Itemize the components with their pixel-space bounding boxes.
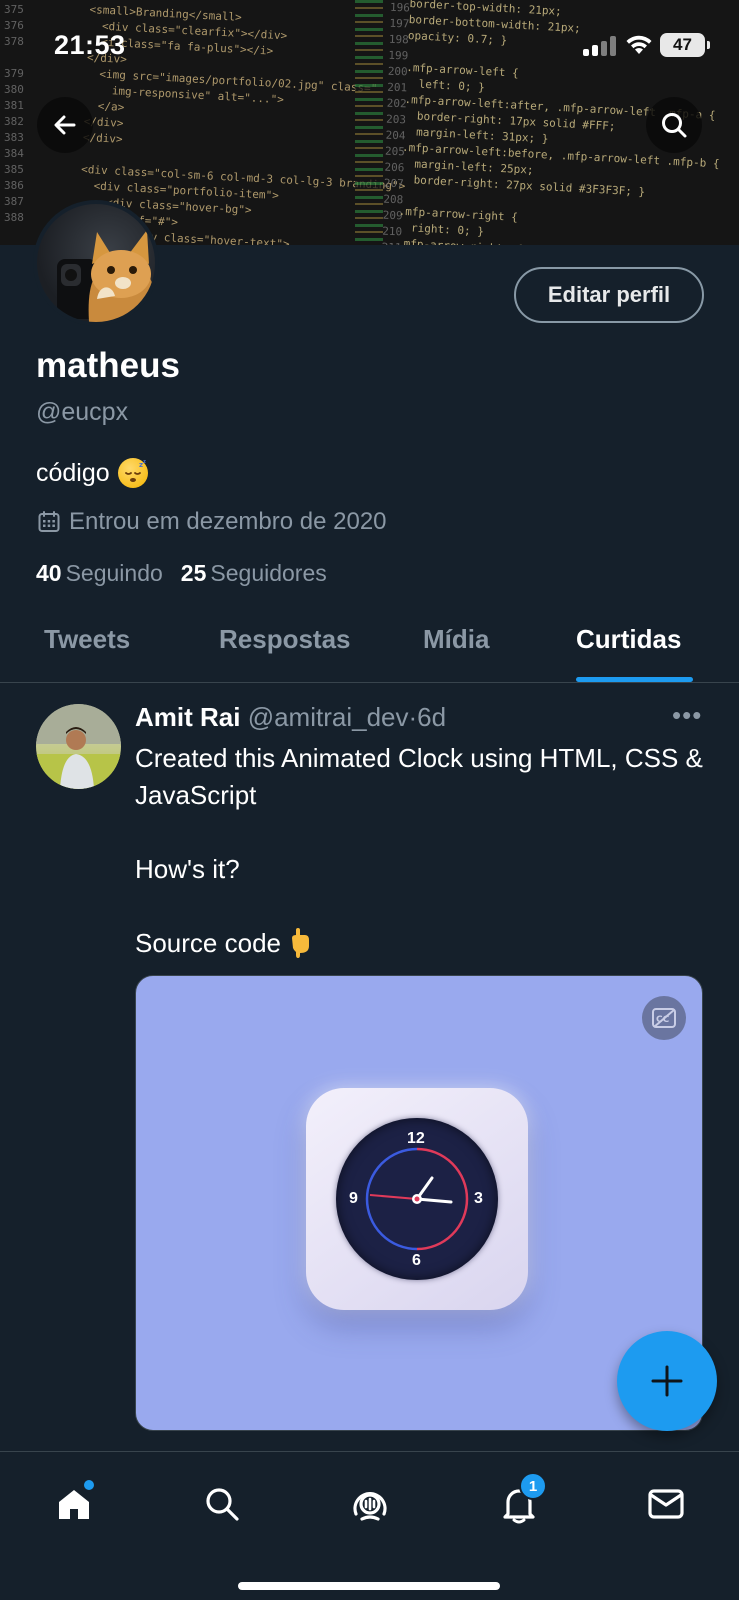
cat-avatar-image [57,230,155,322]
search-icon [662,113,687,138]
spaces-icon [353,1492,387,1521]
followers-label: Seguidores [210,560,327,586]
profile-name: matheus [36,346,180,385]
author-photo [36,704,121,789]
profile-avatar[interactable] [33,200,159,326]
nav-messages[interactable] [638,1476,694,1532]
tweet-text: Created this Animated Clock using HTML, … [135,740,705,962]
back-arrow-icon [54,115,76,135]
wifi-icon [626,35,652,54]
profile-tabs: Tweets Respostas Mídia Curtidas [0,614,739,683]
nav-spaces[interactable] [342,1476,398,1532]
home-unread-dot [84,1480,94,1490]
followers-count: 25 [180,560,207,586]
nav-explore[interactable] [194,1476,250,1532]
clock-number-9: 9 [349,1190,358,1207]
tweet-author-avatar[interactable] [36,704,121,789]
svg-text:z: z [143,459,146,465]
compose-tweet-button[interactable] [617,1331,717,1431]
plus-icon [651,1365,683,1397]
tab-curtidas[interactable]: Curtidas [576,624,681,655]
clock-number-12: 12 [407,1130,425,1147]
status-bar: 21:53 47 [0,26,739,66]
bottom-navigation: 1 [0,1451,739,1600]
tweet-text-line-source: Source code [135,925,705,962]
home-icon [59,1490,89,1519]
joined-date: Entrou em dezembro de 2020 [37,508,387,536]
pointing-down-emoji-icon [291,928,309,958]
tab-tweets[interactable]: Tweets [44,624,130,655]
back-button[interactable] [37,97,93,153]
mail-icon [648,1489,684,1519]
status-time: 21:53 [54,30,126,60]
following-label: Seguindo [65,560,163,586]
cellular-signal-icon [583,36,617,56]
notifications-badge: 1 [519,1472,547,1500]
tweet-time[interactable]: 6d [417,702,446,732]
tab-respostas[interactable]: Respostas [219,624,351,655]
profile-bio: código z z [36,458,148,488]
tweet-source-text: Source code [135,928,281,958]
followers-link[interactable]: 25 Seguidores [181,560,327,587]
tweet-text-line: Created this Animated Clock using HTML, … [135,743,703,810]
joined-text: Entrou em dezembro de 2020 [69,508,387,535]
follow-stats: 40 Seguindo 25 Seguidores [36,560,327,587]
tweet-separator: · [408,702,418,732]
clock-number-3: 3 [474,1190,483,1207]
explore-icon [206,1488,239,1521]
home-indicator [238,1582,500,1590]
tweet-author-handle[interactable]: @amitrai_dev [248,702,409,732]
sleeping-face-emoji-icon: z z [117,458,148,488]
tweet-media-image[interactable]: CC 12 3 6 9 [135,975,703,1431]
profile-handle: @eucpx [36,398,129,426]
bio-text: código [36,458,110,487]
clock-face: 12 3 6 9 [336,1118,498,1280]
battery-indicator: 47 [660,33,710,57]
following-link[interactable]: 40 Seguindo [36,560,163,587]
cc-icon[interactable]: CC [642,996,686,1040]
calendar-icon [38,511,60,532]
nav-notifications[interactable]: 1 [491,1472,547,1532]
more-icon[interactable]: ••• [672,700,702,731]
tweet-header: Amit Rai @amitrai_dev·6d [135,702,446,733]
clock-tile: 12 3 6 9 [306,1088,528,1310]
active-tab-indicator [576,677,693,682]
search-button[interactable] [646,97,702,153]
edit-profile-button[interactable]: Editar perfil [514,267,704,323]
clock-number-6: 6 [412,1252,421,1269]
tweet-author-name[interactable]: Amit Rai [135,702,240,732]
tab-midia[interactable]: Mídia [423,624,489,655]
tweet-text-line: How's it? [135,854,240,884]
nav-home[interactable] [46,1476,102,1532]
following-count: 40 [36,560,62,586]
